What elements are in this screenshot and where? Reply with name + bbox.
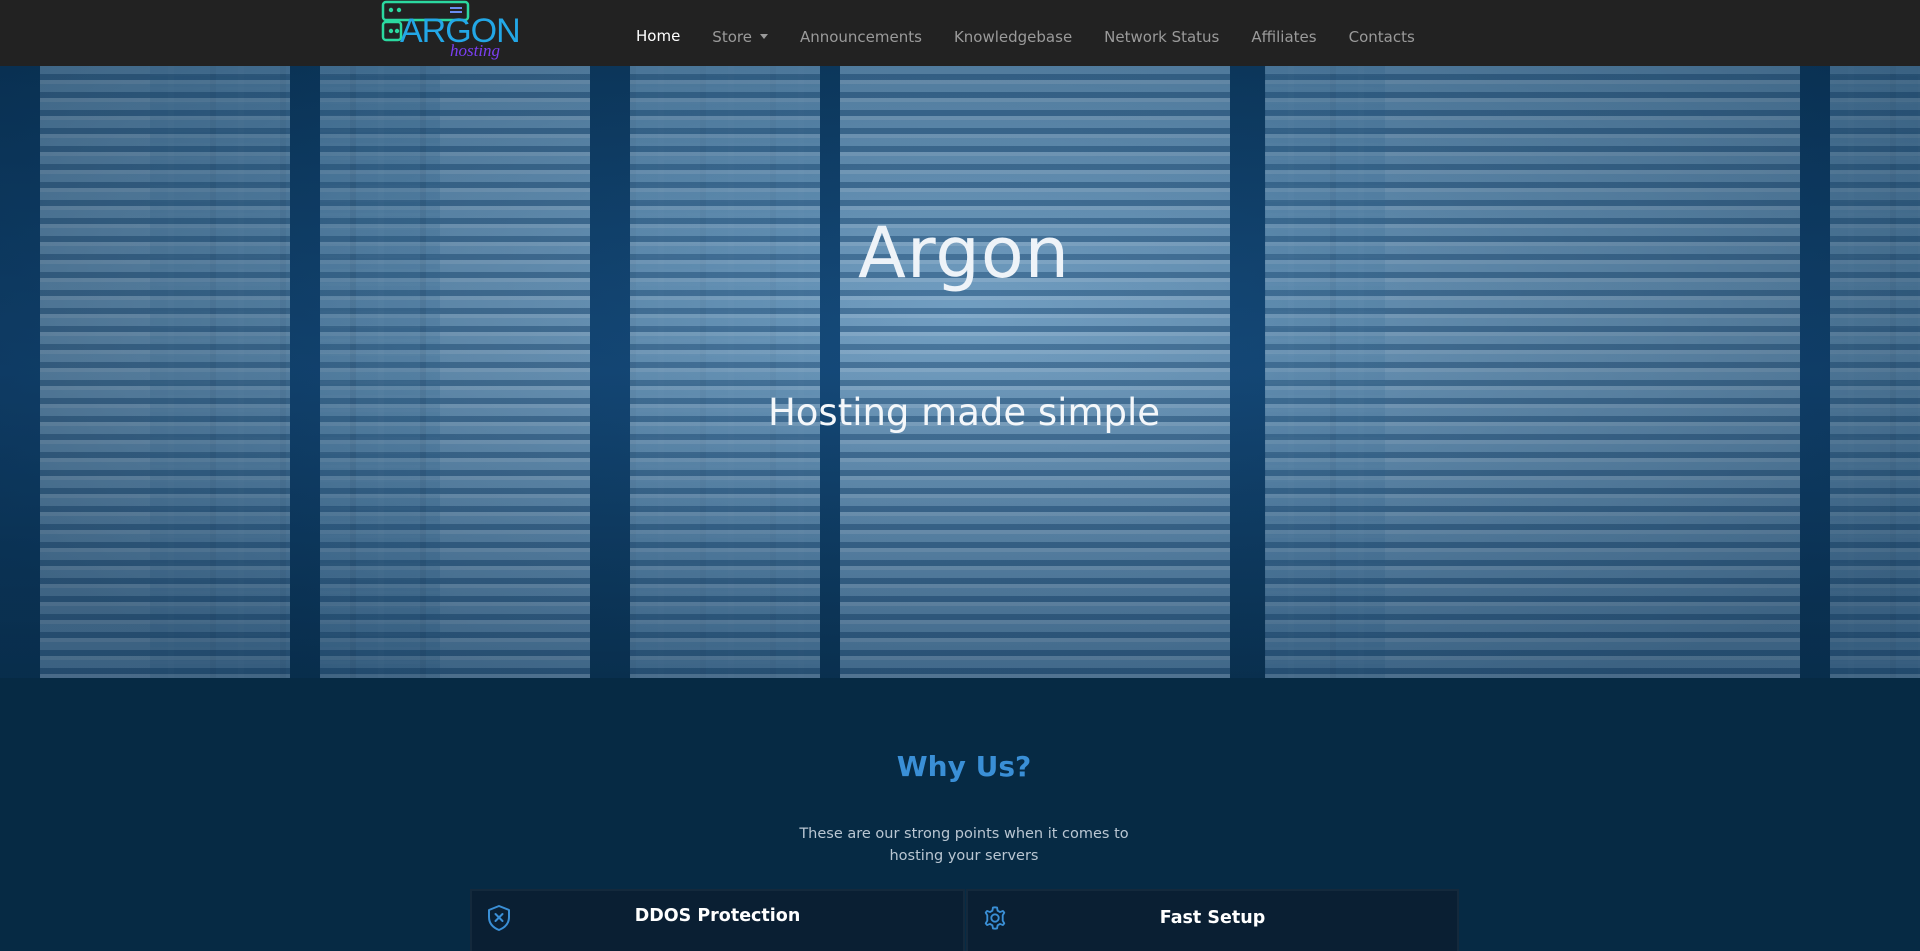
caret-down-icon	[759, 34, 768, 39]
navbar: ARGON hosting Home Store Announcements K…	[0, 0, 1920, 66]
site-logo[interactable]: ARGON hosting	[380, 0, 521, 66]
feature-card-ddos[interactable]: DDOS Protection	[470, 889, 965, 951]
logo-subtext: hosting	[450, 41, 501, 60]
feature-card-fast-setup[interactable]: Fast Setup	[966, 889, 1459, 951]
nav-home[interactable]: Home	[620, 0, 696, 66]
feature-label: Fast Setup	[1159, 908, 1266, 928]
nav-network-status[interactable]: Network Status	[1088, 0, 1235, 66]
nav-announcements[interactable]: Announcements	[784, 0, 938, 66]
why-us-description: These are our strong points when it come…	[799, 826, 1129, 864]
hero-title: Argon	[857, 212, 1071, 294]
hero-subtitle: Hosting made simple	[767, 391, 1161, 434]
nav-affiliates[interactable]: Affiliates	[1235, 0, 1332, 66]
why-us-title: Why Us?	[896, 750, 1032, 783]
nav-knowledgebase[interactable]: Knowledgebase	[938, 0, 1088, 66]
hero-banner: Argon Hosting made simple	[0, 66, 1920, 678]
feature-label: DDOS Protection	[634, 906, 801, 926]
nav-contacts[interactable]: Contacts	[1333, 0, 1431, 66]
nav-store-label: Store	[712, 28, 752, 46]
main-nav: Home Store Announcements Knowledgebase N…	[620, 0, 1431, 66]
nav-store[interactable]: Store	[696, 0, 784, 66]
